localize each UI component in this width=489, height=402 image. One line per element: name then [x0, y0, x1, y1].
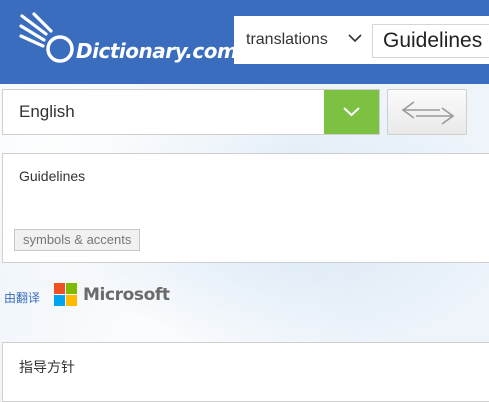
header-bar: Dictionary.com translations Guidelines	[0, 0, 489, 84]
source-text: Guidelines	[19, 168, 86, 184]
swap-languages-button[interactable]	[387, 89, 467, 135]
logo-rays-icon	[19, 12, 74, 63]
symbols-accents-button[interactable]: symbols & accents	[14, 229, 141, 251]
search-input-value: Guidelines	[383, 29, 483, 52]
chevron-down-icon[interactable]	[348, 33, 362, 43]
logo-text: Dictionary.com	[76, 39, 238, 63]
language-dropdown-button[interactable]	[324, 90, 379, 134]
dictionary-logo[interactable]: Dictionary.com	[18, 12, 238, 68]
search-type-select[interactable]: translations	[246, 16, 328, 64]
search-bar: translations Guidelines	[234, 16, 489, 64]
chevron-down-icon	[343, 107, 360, 117]
source-language-select[interactable]: English	[2, 89, 380, 135]
result-text: 指导方针	[19, 359, 75, 375]
source-text-area[interactable]: Guidelines symbols & accents	[2, 153, 489, 263]
provider-name: Microsoft	[83, 285, 170, 305]
swap-arrows-icon	[401, 101, 455, 125]
microsoft-logo-icon	[54, 283, 77, 306]
source-language-label: English	[19, 102, 75, 121]
powered-by-label: 由翻译	[4, 291, 41, 305]
translation-result: 指导方针	[2, 342, 489, 402]
search-input[interactable]: Guidelines	[372, 24, 489, 58]
